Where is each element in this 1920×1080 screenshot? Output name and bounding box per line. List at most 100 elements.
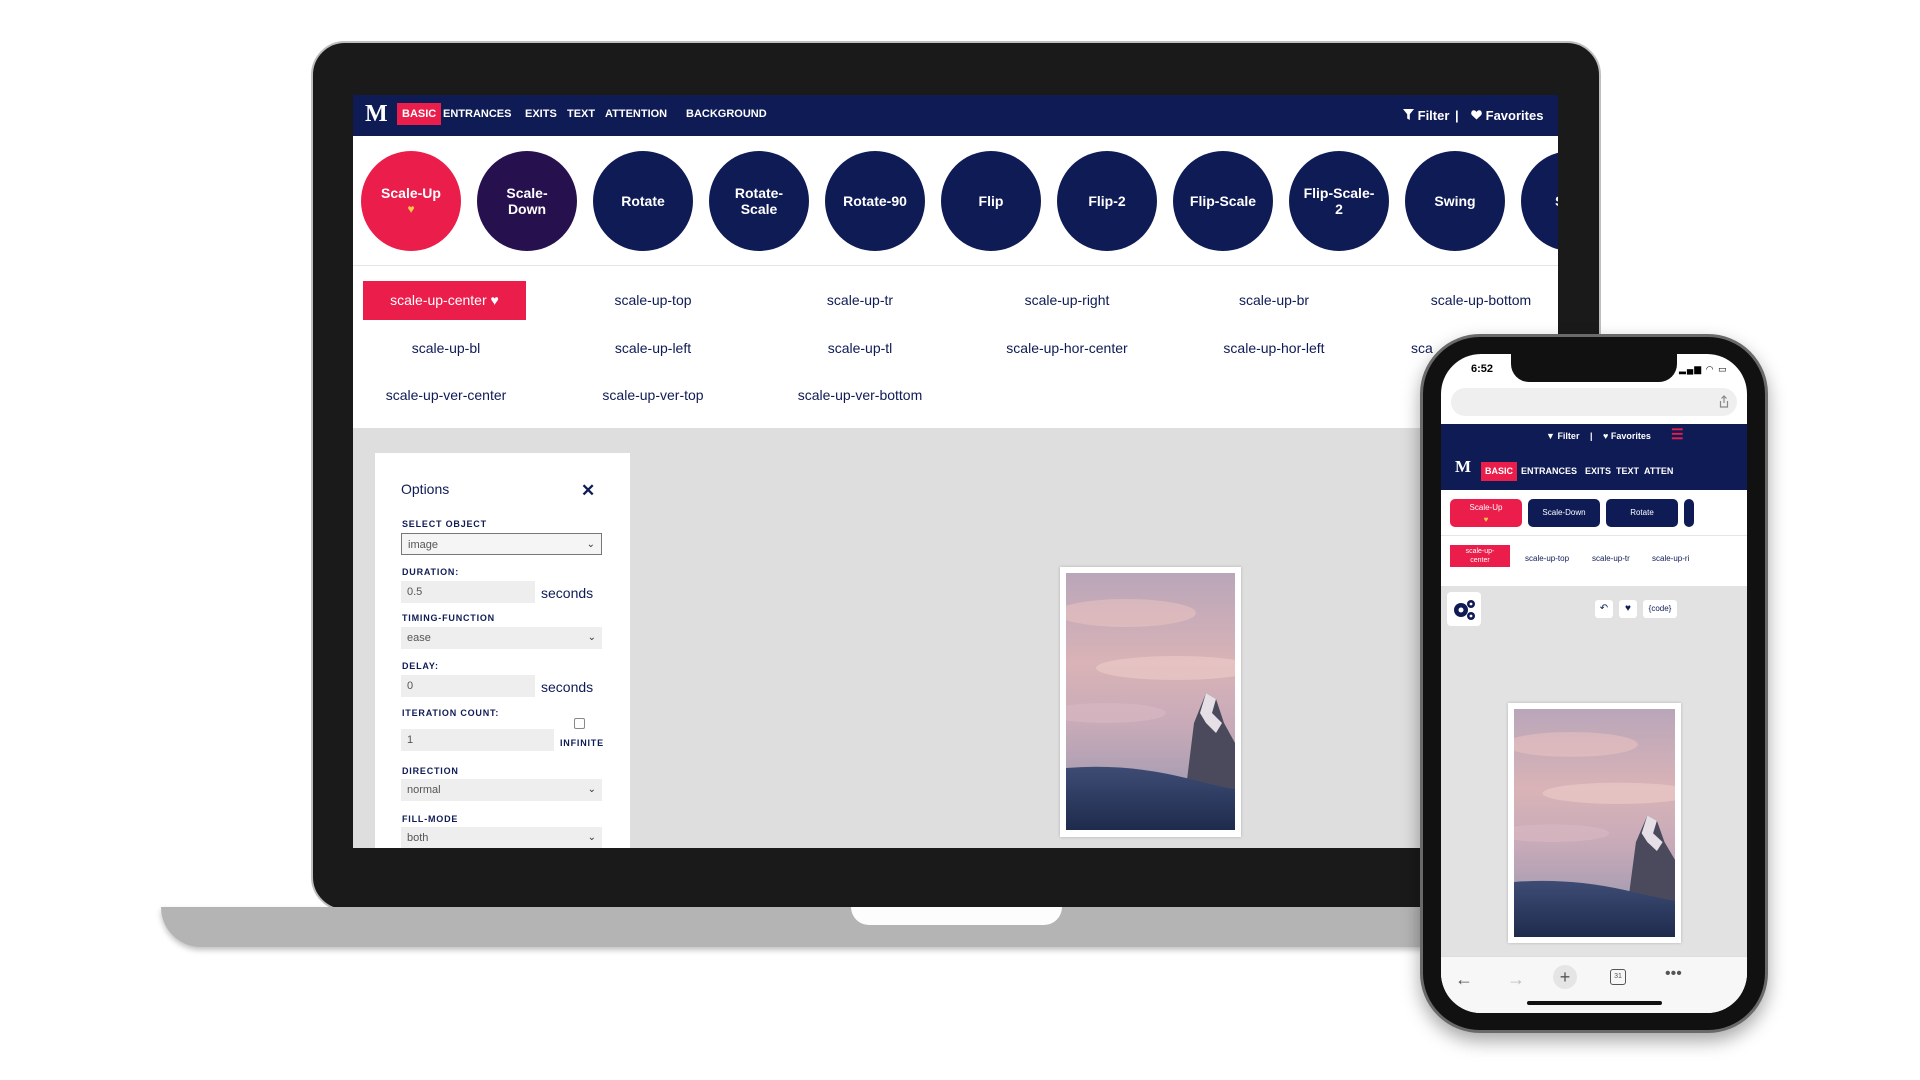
signal-icon: ▂▄▆ ◠ ▭ bbox=[1679, 364, 1728, 374]
hamburger-menu-icon[interactable]: ☰ bbox=[1671, 426, 1684, 443]
phone-variant-scale-up-center[interactable]: scale-up- center bbox=[1450, 545, 1510, 567]
timing-function-dropdown[interactable]: ease ⌄ bbox=[401, 627, 602, 649]
forward-arrow-icon[interactable]: → bbox=[1507, 969, 1525, 990]
replay-icon[interactable]: ↶ bbox=[1595, 600, 1613, 618]
tab-text[interactable]: TEXT bbox=[562, 103, 600, 125]
delay-label: DELAY: bbox=[402, 661, 439, 671]
phone-animation-scale-down[interactable]: Scale-Down bbox=[1528, 499, 1600, 527]
direction-dropdown[interactable]: normal ⌄ bbox=[401, 779, 602, 801]
animation-label: Swing bbox=[1434, 193, 1476, 209]
phone-variant-scale-up-ri[interactable]: scale-up-ri bbox=[1652, 554, 1689, 563]
filter-icon bbox=[1403, 109, 1414, 120]
heart-icon[interactable]: ♥ bbox=[1619, 600, 1637, 618]
favorites-label: Favorites bbox=[1485, 108, 1544, 123]
fill-mode-dropdown[interactable]: both ⌄ bbox=[401, 827, 602, 848]
divider bbox=[353, 265, 1558, 266]
status-time: 6:52 bbox=[1471, 363, 1494, 375]
filter-label: Filter bbox=[1417, 108, 1450, 123]
animation-label: Flip-2 bbox=[1088, 193, 1126, 209]
animation-rotate-90[interactable]: Rotate-90 bbox=[825, 151, 925, 251]
tab-exits[interactable]: EXITS bbox=[520, 103, 562, 125]
phone-tab-exits[interactable]: EXITS bbox=[1581, 462, 1615, 481]
animation-flip[interactable]: Flip bbox=[941, 151, 1041, 251]
animation-swing[interactable]: Swing bbox=[1405, 151, 1505, 251]
animation-flip-scale-2[interactable]: Flip-Scale- 2 bbox=[1289, 151, 1389, 251]
variant-scale-up-hor-center[interactable]: scale-up-hor-center bbox=[967, 340, 1167, 356]
phone-nav: ▼ Filter | ♥ Favorites ☰ M BASIC ENTRANC… bbox=[1441, 424, 1747, 490]
delay-unit: seconds bbox=[541, 679, 594, 695]
code-button[interactable]: {code} bbox=[1643, 600, 1677, 618]
logo[interactable]: M bbox=[365, 101, 388, 128]
filter-link[interactable]: Filter bbox=[1403, 108, 1449, 123]
phone-tab-entrances[interactable]: ENTRANCES bbox=[1517, 462, 1581, 481]
new-tab-icon[interactable]: + bbox=[1553, 965, 1577, 989]
iteration-count-input[interactable]: 1 bbox=[401, 729, 554, 751]
variant-scale-up-br[interactable]: scale-up-br bbox=[1174, 292, 1374, 308]
direction-label: DIRECTION bbox=[402, 766, 459, 776]
variant-label: center bbox=[1470, 557, 1490, 564]
animation-label: Scale-Up bbox=[1469, 503, 1503, 512]
animation-rotate[interactable]: Rotate bbox=[593, 151, 693, 251]
variant-scale-up-bottom[interactable]: scale-up-bottom bbox=[1381, 292, 1558, 308]
share-icon[interactable] bbox=[1719, 395, 1729, 408]
phone-tab-atten[interactable]: ATTEN bbox=[1640, 462, 1677, 481]
phone-filter-link[interactable]: ▼ Filter bbox=[1546, 431, 1579, 441]
tab-basic[interactable]: BASIC bbox=[397, 103, 442, 125]
animation-label: Scale-Up bbox=[381, 185, 441, 201]
nav-separator: | bbox=[1455, 108, 1459, 123]
direction-value: normal bbox=[407, 784, 441, 796]
phone-preview-image-frame[interactable] bbox=[1508, 703, 1681, 943]
variant-scale-up-center[interactable]: scale-up-center ♥ bbox=[363, 281, 526, 320]
phone-favorites-link[interactable]: ♥ Favorites bbox=[1603, 431, 1651, 441]
animation-flip-2[interactable]: Flip-2 bbox=[1057, 151, 1157, 251]
phone-animation-next[interactable] bbox=[1684, 499, 1694, 527]
animation-scale-up[interactable]: Scale-Up ♥ bbox=[361, 151, 461, 251]
home-indicator bbox=[1527, 1001, 1662, 1005]
duration-input[interactable]: 0.5 bbox=[401, 581, 535, 603]
variant-scale-up-hor-left[interactable]: scale-up-hor-left bbox=[1174, 340, 1374, 356]
settings-button[interactable] bbox=[1447, 592, 1481, 626]
variant-scale-up-tl[interactable]: scale-up-tl bbox=[760, 340, 960, 356]
tab-background[interactable]: BACKGROUND bbox=[681, 103, 772, 125]
animation-scale-down[interactable]: Scale- Down bbox=[477, 151, 577, 251]
phone-tab-basic[interactable]: BASIC bbox=[1481, 462, 1518, 481]
phone-tab-text[interactable]: TEXT bbox=[1612, 462, 1643, 481]
phone-notch bbox=[1511, 354, 1677, 382]
close-icon[interactable]: ✕ bbox=[581, 481, 595, 501]
select-object-dropdown[interactable]: image ⌄ bbox=[401, 533, 602, 555]
variant-scale-up-tr[interactable]: scale-up-tr bbox=[760, 292, 960, 308]
phone-animation-scale-up[interactable]: Scale-Up ♥ bbox=[1450, 499, 1522, 527]
variant-scale-up-bl[interactable]: scale-up-bl bbox=[353, 340, 546, 356]
favorites-link[interactable]: Favorites bbox=[1471, 108, 1543, 123]
preview-image-frame[interactable] bbox=[1060, 567, 1241, 837]
animation-label: Flip bbox=[978, 193, 1004, 209]
phone-variant-scale-up-tr[interactable]: scale-up-tr bbox=[1592, 554, 1630, 563]
animation-rotate-scale[interactable]: Rotate- Scale bbox=[709, 151, 809, 251]
animation-next[interactable]: S bbox=[1521, 151, 1558, 251]
infinite-checkbox[interactable] bbox=[574, 718, 585, 729]
variant-scale-up-left[interactable]: scale-up-left bbox=[553, 340, 753, 356]
phone-animation-rotate[interactable]: Rotate bbox=[1606, 499, 1678, 527]
phone-logo[interactable]: M bbox=[1455, 457, 1471, 477]
animation-flip-scale[interactable]: Flip-Scale bbox=[1173, 151, 1273, 251]
variant-scale-up-ver-center[interactable]: scale-up-ver-center bbox=[353, 387, 546, 403]
delay-input[interactable]: 0 bbox=[401, 675, 535, 697]
variant-scale-up-ver-top[interactable]: scale-up-ver-top bbox=[553, 387, 753, 403]
timing-function-label: TIMING-FUNCTION bbox=[402, 613, 495, 623]
variant-scale-up-right[interactable]: scale-up-right bbox=[967, 292, 1167, 308]
animation-label: S bbox=[1555, 193, 1558, 209]
tab-attention[interactable]: ATTENTION bbox=[600, 103, 672, 125]
variant-scale-up-ver-bottom[interactable]: scale-up-ver-bottom bbox=[760, 387, 960, 403]
filter-icon: ▼ bbox=[1546, 431, 1555, 441]
phone-variant-scale-up-top[interactable]: scale-up-top bbox=[1525, 554, 1569, 563]
tab-entrances[interactable]: ENTRANCES bbox=[438, 103, 516, 125]
more-icon[interactable]: ••• bbox=[1665, 965, 1682, 983]
animation-label: Rotate-90 bbox=[843, 193, 907, 209]
tabs-count-icon[interactable]: 31 bbox=[1610, 969, 1626, 985]
animation-label: Rotate- bbox=[734, 185, 784, 201]
select-object-label: SELECT OBJECT bbox=[402, 519, 487, 529]
laptop-base-notch bbox=[851, 907, 1062, 925]
url-bar[interactable] bbox=[1451, 388, 1737, 416]
back-arrow-icon[interactable]: ← bbox=[1455, 969, 1473, 990]
variant-scale-up-top[interactable]: scale-up-top bbox=[553, 292, 753, 308]
